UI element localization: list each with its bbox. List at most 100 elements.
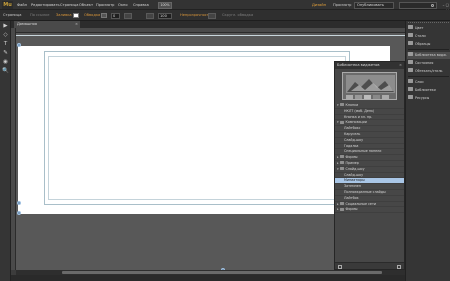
control-opacity-label[interactable]: Непрозрачность [180, 13, 211, 18]
text-tool-icon[interactable]: T [2, 41, 9, 48]
effects-button[interactable] [146, 12, 154, 19]
crop-tool-icon[interactable]: ◇ [2, 32, 9, 39]
menu-help[interactable]: Справка [133, 2, 149, 8]
dock-item-styles[interactable]: Стили [407, 33, 450, 40]
dock-item-label: Цвет [415, 26, 424, 30]
dock-item-label: Состояния [415, 61, 434, 65]
library-row-label: Слайд-шоу [344, 172, 364, 177]
trash-icon[interactable] [397, 264, 401, 269]
menu-page[interactable]: Страница [60, 2, 78, 8]
swatches-icon [408, 41, 413, 46]
assets-icon [408, 95, 413, 100]
library-row-label: Карусель [344, 131, 361, 136]
library-row-label: Лайтбок [344, 195, 359, 200]
close-icon[interactable]: × [399, 62, 402, 69]
dock-item-color[interactable]: Цвет [407, 25, 450, 32]
library-row-label: Композиции [345, 120, 367, 125]
widget-preview-image [342, 72, 397, 100]
right-panel-dock: Цвет Стили Образцы Библиотека видж. Состояни… [405, 21, 450, 281]
menu-window[interactable]: Окно [118, 2, 128, 8]
states-icon [408, 60, 413, 65]
zoom-tool-icon[interactable]: 🔍 [2, 68, 9, 75]
widget-tree: ▾ Кнопки НКЛТ (моб. Денк) Кнопка и эл. пр. ▾… [335, 103, 404, 214]
folder-icon [340, 167, 344, 171]
dock-item-widgets[interactable]: Библиотека видж. [407, 52, 450, 59]
dock-item-layers[interactable]: Слои [407, 79, 450, 86]
dock-item-assets[interactable]: Ресурсы [407, 95, 450, 102]
styles-icon [408, 33, 413, 38]
libraries-icon [408, 87, 413, 92]
workspace-preview[interactable]: Просмотр [333, 2, 351, 8]
library-row-label: Пример [345, 160, 359, 165]
control-fill-label[interactable]: Заливка [56, 13, 72, 18]
stroke-width-field[interactable]: 0 [111, 12, 120, 19]
tools-panel: ▶ ◇ T ✎ ◉ 🔍 [0, 21, 11, 281]
library-row-label: Полноэкранные слайды [344, 189, 386, 194]
folder-icon [340, 161, 344, 165]
menu-edit[interactable]: Редактировать [31, 2, 60, 8]
header-anchor-handle[interactable] [17, 43, 21, 47]
document-tab[interactable]: Домашняя × [14, 21, 80, 28]
document-tab-label[interactable]: Домашняя [17, 22, 37, 26]
dock-item-label: Стили [415, 34, 426, 38]
preview-thumbnail [343, 73, 396, 99]
layers-icon [408, 79, 413, 84]
library-panel-header[interactable]: Библиотека виджетов × [335, 62, 404, 69]
library-row-label: Кнопка и эл. пр. [344, 114, 373, 119]
dock-separator [408, 49, 449, 50]
corner-button[interactable] [208, 12, 216, 19]
selection-tool-icon[interactable]: ▶ [2, 23, 9, 30]
window-controls[interactable]: – ▢ ✕ [440, 2, 449, 13]
bottom-anchor-handle[interactable] [17, 211, 21, 215]
widgets-icon [408, 52, 413, 57]
dock-item-label: Ресурсы [415, 96, 430, 100]
page-guide-inner [48, 56, 346, 200]
dock-item-swatches[interactable]: Образцы [407, 41, 450, 48]
library-row-label: НКЛТ (моб. Денк) [344, 108, 375, 113]
library-panel-title: Библиотека виджетов [337, 63, 380, 67]
stroke-swatch[interactable] [101, 13, 107, 18]
menu-view[interactable]: Просмотр [96, 2, 114, 8]
dock-item-states[interactable]: Состояния [407, 60, 450, 67]
dock-separator [408, 76, 449, 77]
library-row-label: Лайтбокс [344, 126, 361, 131]
control-link-label: По ссылке [30, 13, 50, 17]
control-page-label: Страница [3, 13, 22, 17]
folder-icon [340, 120, 344, 124]
document-tab-bar: Домашняя × [11, 21, 405, 28]
control-rounded-label: Скругл. обводка [222, 13, 254, 17]
opacity-field[interactable]: 100 [158, 12, 172, 19]
search-icon [431, 3, 434, 7]
control-bar: Страница По ссылке Заливка Обводка 0 100… [0, 10, 450, 21]
folder-icon [340, 155, 344, 159]
menu-file[interactable]: Файл [17, 2, 27, 8]
dock-item-label: Библиотеки [415, 88, 436, 92]
folder-icon [340, 103, 344, 107]
control-stroke-label[interactable]: Обводка [84, 13, 100, 18]
folder-icon [340, 207, 344, 211]
zoom-select[interactable]: 100% [158, 1, 172, 9]
library-row-label: Социальные сети [345, 201, 377, 206]
dock-item-wrap[interactable]: Обтекать/стиль [407, 68, 450, 75]
dock-grip[interactable] [408, 22, 449, 24]
library-folder-row[interactable]: ▸ Формы [335, 207, 404, 214]
close-icon[interactable]: × [75, 21, 78, 28]
library-row-label: Миниатюры [344, 178, 365, 183]
library-panel-footer [335, 262, 404, 269]
library-row-label: Формы [345, 155, 358, 160]
stroke-align-button[interactable] [124, 12, 132, 19]
workspace-design[interactable]: Дизайн [312, 2, 326, 8]
dock-item-label: Библиотека видж. [415, 53, 448, 57]
rectangle-tool-icon[interactable]: ◉ [2, 59, 9, 66]
menu-object[interactable]: Объект [79, 2, 93, 8]
pen-tool-icon[interactable]: ✎ [2, 50, 9, 57]
fill-swatch[interactable] [73, 13, 79, 18]
workspace-publish-dropdown[interactable]: Опубликовать [354, 1, 394, 9]
scrollbar-thumb[interactable] [62, 271, 382, 274]
search-input[interactable] [399, 1, 437, 9]
header-guide[interactable] [16, 35, 405, 36]
dock-item-libraries[interactable]: Библиотеки [407, 87, 450, 94]
footer-anchor-handle[interactable] [17, 201, 21, 205]
library-row-label: Формы [345, 207, 358, 212]
add-library-icon[interactable] [338, 264, 342, 269]
